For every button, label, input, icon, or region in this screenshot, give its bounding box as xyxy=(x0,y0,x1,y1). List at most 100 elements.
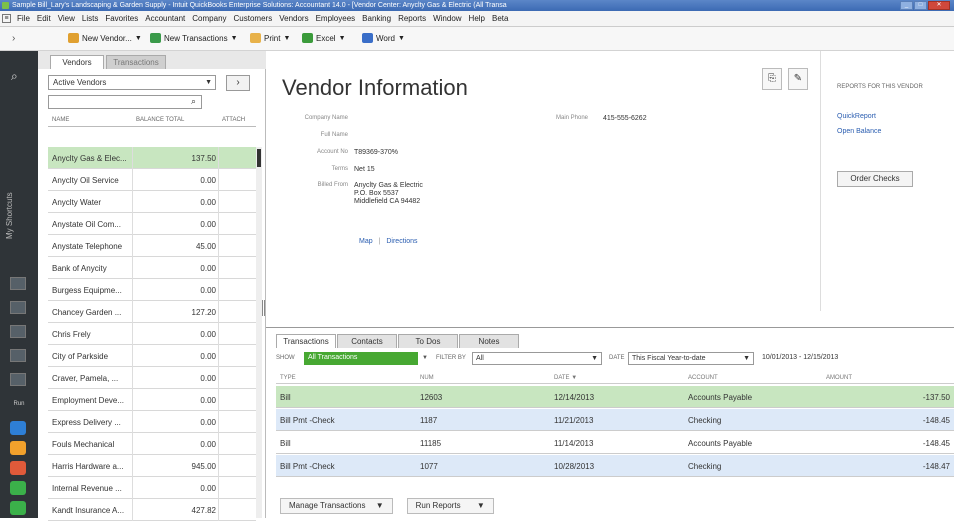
menu-view[interactable]: View xyxy=(58,14,75,23)
transaction-row[interactable]: Bill 12603 12/14/2013 Accounts Payable -… xyxy=(276,386,954,408)
attach-button[interactable]: ⎘ xyxy=(762,68,782,90)
shortcut-icon[interactable] xyxy=(10,301,26,314)
txn-date: 10/28/2013 xyxy=(554,462,595,471)
col-type[interactable]: TYPE xyxy=(280,375,296,381)
reports-panel: REPORTS FOR THIS VENDOR QuickReport Open… xyxy=(820,51,954,311)
col-amount[interactable]: AMOUNT xyxy=(826,375,852,381)
vendor-row[interactable]: Chris Frely 0.00 xyxy=(48,323,256,345)
edit-vendor-button[interactable]: ✎ xyxy=(788,68,808,90)
shortcut-icon[interactable] xyxy=(10,349,26,362)
shortcut-icon[interactable] xyxy=(10,325,26,338)
excel-label: Excel xyxy=(316,33,336,43)
txn-date: 11/21/2013 xyxy=(554,416,594,425)
panel-splitter[interactable] xyxy=(262,300,265,316)
txn-num: 1187 xyxy=(420,416,438,425)
shortcut-icon[interactable] xyxy=(10,373,26,386)
vendor-row[interactable]: Anystate Telephone 45.00 xyxy=(48,235,256,257)
transaction-row[interactable]: Bill 11185 11/14/2013 Accounts Payable -… xyxy=(276,432,954,454)
menu-customers[interactable]: Customers xyxy=(234,14,273,23)
menu-window[interactable]: Window xyxy=(433,14,461,23)
close-button[interactable]: ✕ xyxy=(928,1,950,10)
menu-edit[interactable]: Edit xyxy=(37,14,51,23)
menu-employees[interactable]: Employees xyxy=(316,14,356,23)
expand-icon[interactable]: › xyxy=(12,33,15,44)
menu-beta[interactable]: Beta xyxy=(492,14,508,23)
word-button[interactable]: Word ▼ xyxy=(362,33,405,43)
minimize-button[interactable]: _ xyxy=(900,1,913,10)
menu-vendors[interactable]: Vendors xyxy=(279,14,308,23)
maximize-button[interactable]: □ xyxy=(914,1,927,10)
scrollbar-thumb[interactable] xyxy=(257,149,261,167)
tab-todos[interactable]: To Dos xyxy=(398,334,458,348)
apps-icon[interactable] xyxy=(10,421,26,435)
tab-transactions[interactable]: Transactions xyxy=(276,334,336,348)
menu-favorites[interactable]: Favorites xyxy=(105,14,138,23)
col-num[interactable]: NUM xyxy=(420,375,434,381)
vendor-row[interactable]: Internal Revenue ... 0.00 xyxy=(48,477,256,499)
menu-banking[interactable]: Banking xyxy=(362,14,391,23)
quickreport-link[interactable]: QuickReport xyxy=(837,113,876,120)
date-select[interactable]: This Fiscal Year-to-date ▼ xyxy=(628,352,754,365)
vendor-row[interactable]: Chancey Garden ... 127.20 xyxy=(48,301,256,323)
transaction-row[interactable]: Bill Pmt -Check 1187 11/21/2013 Checking… xyxy=(276,409,954,431)
col-balance[interactable]: BALANCE TOTAL xyxy=(136,117,184,123)
tab-contacts[interactable]: Contacts xyxy=(337,334,397,348)
search-icon[interactable]: ⌕ xyxy=(191,96,196,107)
vendor-row[interactable]: Fouls Mechanical 0.00 xyxy=(48,433,256,455)
run-reports-button[interactable]: Run Reports ▼ xyxy=(406,498,494,514)
vendor-row[interactable]: Express Delivery ... 0.00 xyxy=(48,411,256,433)
menu-lists[interactable]: Lists xyxy=(82,14,98,23)
vendor-row[interactable]: City of Parkside 0.00 xyxy=(48,345,256,367)
vendor-row[interactable]: Anystate Oil Com... 0.00 xyxy=(48,213,256,235)
next-arrow-button[interactable]: › xyxy=(226,75,250,91)
tab-notes[interactable]: Notes xyxy=(459,334,519,348)
col-date[interactable]: DATE ▼ xyxy=(554,375,577,381)
tab-transactions[interactable]: Transactions xyxy=(106,55,166,69)
document-menu-icon[interactable]: ≡ xyxy=(2,14,11,23)
col-name[interactable]: NAME xyxy=(52,117,69,123)
vendor-balance: 0.00 xyxy=(200,220,216,229)
vendor-row[interactable]: Anyclty Water 0.00 xyxy=(48,191,256,213)
vendor-row[interactable]: Anyclty Oil Service 0.00 xyxy=(48,169,256,191)
print-button[interactable]: Print ▼ xyxy=(250,33,290,43)
transaction-row[interactable]: Bill Pmt -Check 1077 10/28/2013 Checking… xyxy=(276,455,954,477)
grid-icon[interactable] xyxy=(10,501,26,515)
vendor-row[interactable]: Bank of Anycity 0.00 xyxy=(48,257,256,279)
my-shortcuts-label[interactable]: My Shortcuts xyxy=(5,151,33,281)
people-icon[interactable] xyxy=(10,461,26,475)
vendor-list-scrollbar[interactable] xyxy=(256,147,262,518)
menu-reports[interactable]: Reports xyxy=(398,14,426,23)
col-attach[interactable]: ATTACH xyxy=(222,117,245,123)
vendor-row[interactable]: Craver, Pamela, ... 0.00 xyxy=(48,367,256,389)
search-icon[interactable]: ⌕ xyxy=(11,69,18,84)
coins-icon[interactable] xyxy=(10,441,26,455)
menu-company[interactable]: Company xyxy=(192,14,226,23)
vendor-row[interactable]: Burgess Equipme... 0.00 xyxy=(48,279,256,301)
show-select[interactable]: All Transactions xyxy=(304,352,418,365)
menu-accountant[interactable]: Accountant xyxy=(145,14,185,23)
link-divider: | xyxy=(378,238,381,245)
vendor-filter-select[interactable]: Active Vendors ▼ xyxy=(48,75,216,90)
manage-transactions-button[interactable]: Manage Transactions ▼ xyxy=(280,498,393,514)
vendor-search-input[interactable]: ⌕ xyxy=(48,95,202,109)
new-transactions-button[interactable]: New Transactions ▼ xyxy=(150,33,238,43)
vendor-row[interactable]: Anyclty Gas & Elec... 137.50 xyxy=(48,147,256,169)
vendor-row[interactable]: Employment Deve... 0.00 xyxy=(48,389,256,411)
open-balance-link[interactable]: Open Balance xyxy=(837,128,881,135)
directions-link[interactable]: Directions xyxy=(386,238,417,245)
vendor-row[interactable]: Harris Hardware a... 945.00 xyxy=(48,455,256,477)
col-account[interactable]: ACCOUNT xyxy=(688,375,718,381)
shortcut-icon[interactable] xyxy=(10,277,26,290)
vendor-balance: 0.00 xyxy=(200,264,216,273)
filter-by-select[interactable]: All ▼ xyxy=(472,352,602,365)
map-link[interactable]: Map xyxy=(359,238,373,245)
order-checks-button[interactable]: Order Checks xyxy=(837,171,913,187)
excel-button[interactable]: Excel ▼ xyxy=(302,33,346,43)
plus-icon[interactable] xyxy=(10,481,26,495)
menu-help[interactable]: Help xyxy=(469,14,485,23)
tab-vendors[interactable]: Vendors xyxy=(50,55,104,69)
menu-file[interactable]: File xyxy=(17,14,30,23)
vendor-balance: 0.00 xyxy=(200,418,216,427)
new-vendor-button[interactable]: New Vendor... ▼ xyxy=(68,33,142,43)
txn-num: 12603 xyxy=(420,393,443,402)
